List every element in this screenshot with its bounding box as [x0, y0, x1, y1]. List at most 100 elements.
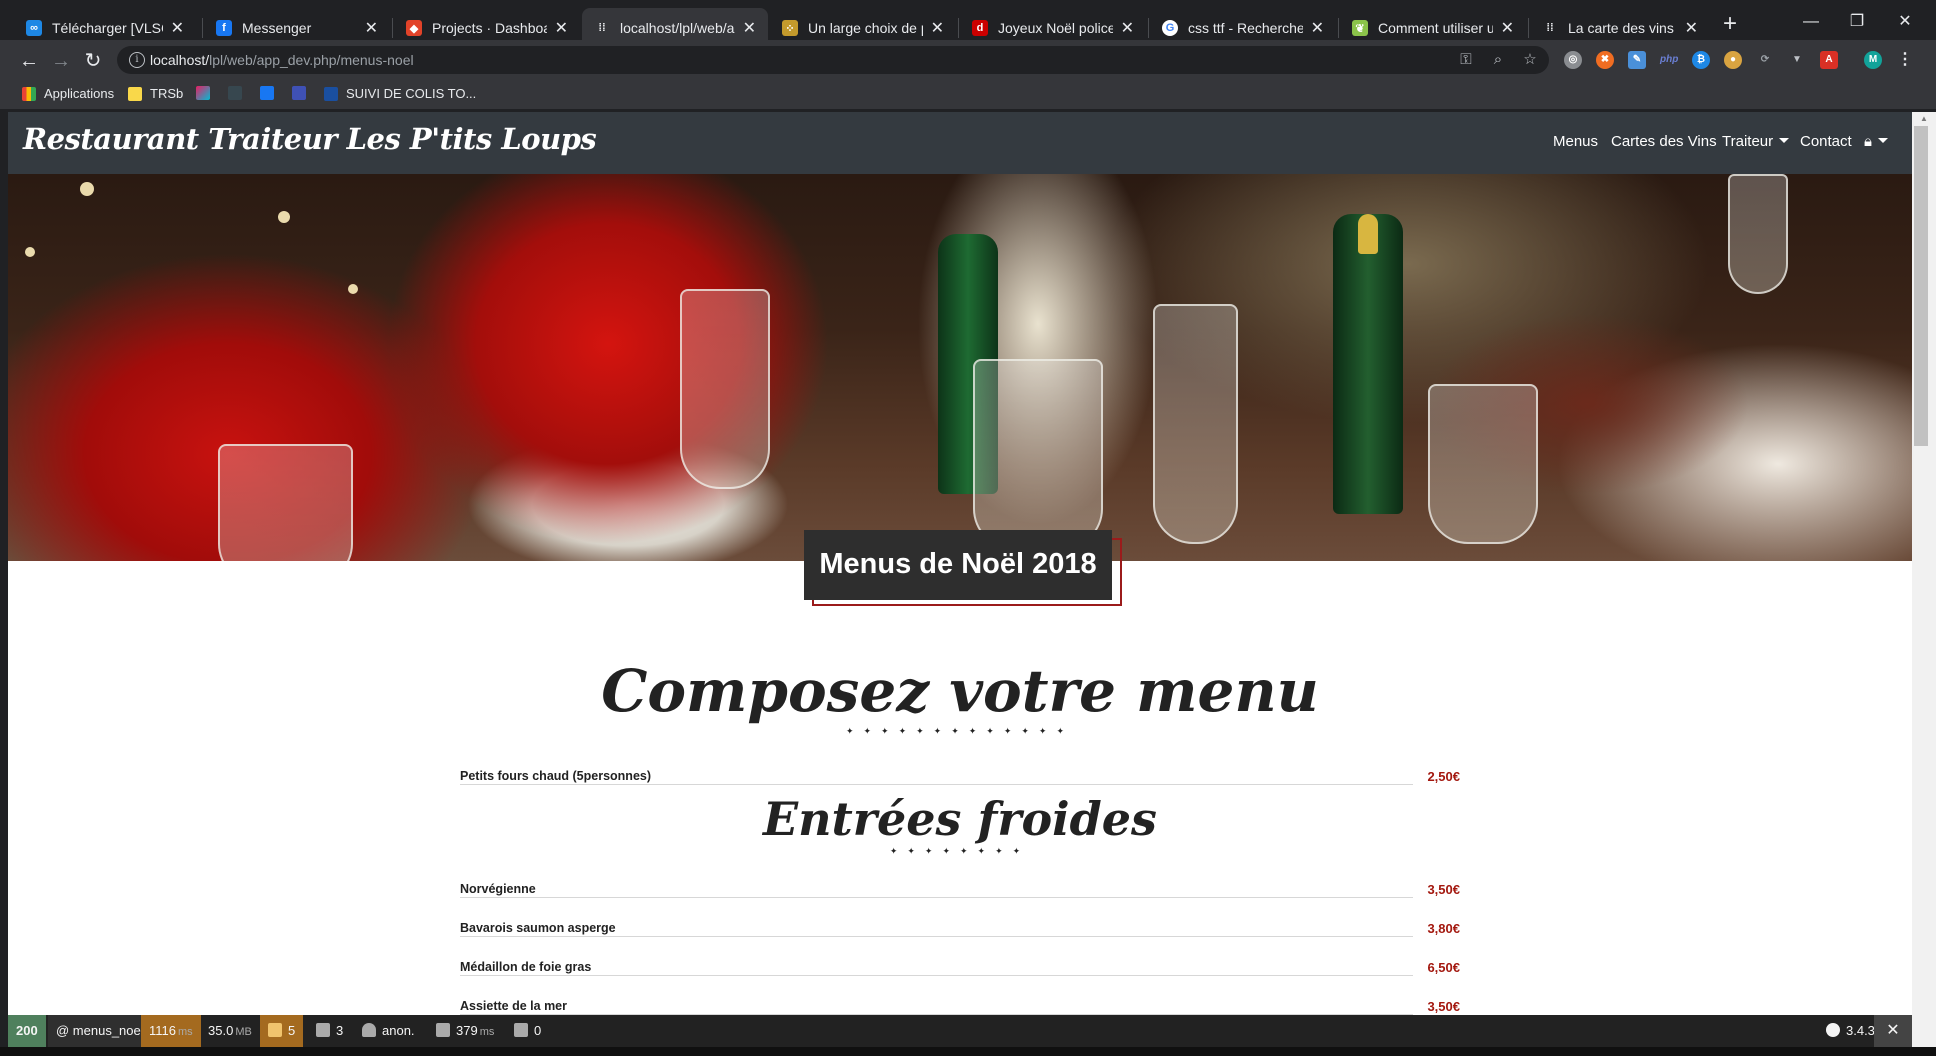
taskbar-strip — [0, 1047, 1936, 1056]
dotted-leader — [460, 784, 1413, 785]
bookmark-suivi-colis[interactable]: SUIVI DE COLIS TO... — [324, 86, 476, 101]
forward-button[interactable]: → — [48, 48, 74, 74]
database-icon — [436, 1023, 450, 1037]
menu-item-price: 3,80€ — [1427, 921, 1460, 936]
tab-separator — [202, 18, 203, 38]
bookmark-facebook[interactable] — [260, 86, 282, 100]
cookie-icon[interactable]: ● — [1724, 51, 1742, 69]
bookmark-colorful[interactable] — [196, 86, 218, 100]
key-icon[interactable]: ⚿ — [1457, 51, 1475, 69]
new-tab-button[interactable]: + — [1716, 10, 1744, 38]
wine-glass — [218, 444, 353, 561]
menu-item-price: 6,50€ — [1427, 960, 1460, 975]
tab-title: La carte des vins du Re — [1568, 20, 1677, 36]
database-time[interactable]: 379 ms — [428, 1015, 502, 1047]
status-code[interactable]: 200 — [8, 1015, 46, 1047]
avatar[interactable]: M — [1864, 51, 1882, 69]
extension-icon[interactable]: ₿ — [1692, 51, 1710, 69]
close-icon[interactable]: ✕ — [1311, 18, 1324, 38]
menu-icon[interactable]: ⋮ — [1896, 51, 1914, 69]
menu-item-price: 3,50€ — [1427, 999, 1460, 1014]
symfony-logo-icon — [1826, 1023, 1840, 1037]
tab-separator — [958, 18, 959, 38]
restore-button[interactable]: ❐ — [1834, 8, 1880, 36]
facebook-icon: f — [216, 20, 232, 36]
close-icon[interactable]: ✕ — [555, 18, 568, 38]
gitlab-icon: ◆ — [406, 20, 422, 36]
extension-icon[interactable]: ▼ — [1788, 51, 1806, 69]
stars-decoration: ✦✦✦✦✦✦✦✦✦✦✦✦✦ — [845, 726, 1075, 736]
logs-count[interactable]: 5 — [260, 1015, 304, 1047]
menu-item-price: 3,50€ — [1427, 882, 1460, 897]
tab-title: Projects · Dashboard · G — [432, 20, 547, 36]
site-navbar: Restaurant Traiteur Les P'tits Loups Men… — [8, 112, 1912, 174]
dotted-leader — [460, 897, 1413, 898]
logs-value: 5 — [288, 1023, 296, 1038]
translations-count[interactable]: 3 — [308, 1015, 351, 1047]
bookmark-star-icon[interactable]: ☆ — [1521, 51, 1539, 69]
site-brand[interactable]: Restaurant Traiteur Les P'tits Loups — [23, 122, 597, 156]
close-icon[interactable]: ✕ — [1121, 18, 1134, 38]
security-user[interactable]: anon. — [354, 1015, 423, 1047]
php-icon[interactable]: php — [1660, 51, 1678, 69]
nav-link-cartes-des-vins[interactable]: Cartes des Vins — [1611, 133, 1717, 150]
close-toolbar-button[interactable]: ✕ — [1874, 1015, 1912, 1047]
url-host: localhost/ — [150, 52, 210, 68]
window-close-button[interactable]: ✕ — [1882, 8, 1928, 36]
minimize-button[interactable]: — — [1788, 8, 1834, 36]
request-time[interactable]: 1116 ms — [141, 1015, 201, 1047]
url-text[interactable]: localhost/lpl/web/app_dev.php/menus-noel — [150, 52, 414, 68]
warning-icon — [268, 1023, 282, 1037]
nav-link-traiteur[interactable]: Traiteur — [1722, 133, 1790, 150]
back-button[interactable]: ← — [16, 48, 42, 74]
reload-button[interactable]: ↻ — [80, 48, 106, 74]
form-icon — [514, 1023, 528, 1037]
wine-glass — [1153, 304, 1238, 544]
tab-title: Messenger — [242, 20, 312, 36]
tab-title: Joyeux Noël police | da — [998, 20, 1113, 36]
route-name[interactable]: @ menus_noel — [48, 1015, 152, 1047]
nav-link-contact[interactable]: Contact — [1800, 133, 1852, 150]
close-icon[interactable]: ✕ — [931, 18, 944, 38]
close-icon[interactable]: ✕ — [743, 18, 756, 38]
symfony-debug-toolbar: 200 @ menus_noel 1116 ms 35.0 MB 5 3 anon.… — [8, 1015, 1912, 1047]
extension-icon[interactable]: ✎ — [1628, 51, 1646, 69]
extension-icon[interactable]: ✖ — [1596, 51, 1614, 69]
tab-title: Télécharger [VLSC] Mic — [52, 20, 163, 36]
close-icon[interactable]: ✕ — [1501, 18, 1514, 38]
extension-icon[interactable]: ◎ — [1564, 51, 1582, 69]
dafont-red-icon: d — [972, 20, 988, 36]
apps-grid-icon — [22, 86, 36, 101]
account-dropdown[interactable]: 🔒︎ — [1864, 133, 1888, 150]
forms-count[interactable]: 0 — [506, 1015, 549, 1047]
extension-icon[interactable]: ⟳ — [1756, 51, 1774, 69]
bookmark-tool[interactable] — [292, 86, 314, 100]
db-unit: ms — [479, 1026, 495, 1038]
address-bar[interactable]: i localhost/lpl/web/app_dev.php/menus-no… — [117, 46, 1549, 74]
menu-item-row: Norvégienne 3,50€ — [460, 879, 1460, 901]
time-value: 1116 — [149, 1023, 176, 1038]
close-icon[interactable]: ✕ — [171, 18, 184, 38]
close-icon[interactable]: ✕ — [1685, 18, 1698, 38]
wine-glass — [680, 289, 770, 489]
scroll-up-arrow[interactable]: ▲ — [1912, 112, 1936, 126]
info-icon[interactable]: i — [129, 52, 145, 68]
tab-title: Comment utiliser une f — [1378, 20, 1493, 36]
folder-icon — [128, 86, 142, 101]
memory-usage[interactable]: 35.0 MB — [200, 1015, 260, 1047]
bookmark-label: TRSb — [150, 86, 184, 101]
bookmark-download[interactable] — [228, 86, 250, 100]
colorful-logo-icon — [196, 86, 210, 100]
tool-icon — [292, 86, 306, 100]
bookmark-applications[interactable]: Applications — [22, 86, 114, 101]
nav-link-menus[interactable]: Menus — [1553, 133, 1598, 150]
url-path: lpl/web/app_dev.php/menus-noel — [209, 52, 414, 68]
facebook-icon — [260, 86, 274, 100]
menu-item-row: Médaillon de foie gras 6,50€ — [460, 957, 1460, 979]
pdf-icon[interactable]: A — [1820, 51, 1838, 69]
close-icon[interactable]: ✕ — [365, 18, 378, 38]
bookmark-trsb[interactable]: TRSb — [128, 86, 183, 101]
menu-item-price: 2,50€ — [1427, 769, 1460, 784]
scrollbar-thumb[interactable] — [1914, 126, 1928, 446]
zoom-icon[interactable]: ⌕ — [1489, 51, 1507, 69]
